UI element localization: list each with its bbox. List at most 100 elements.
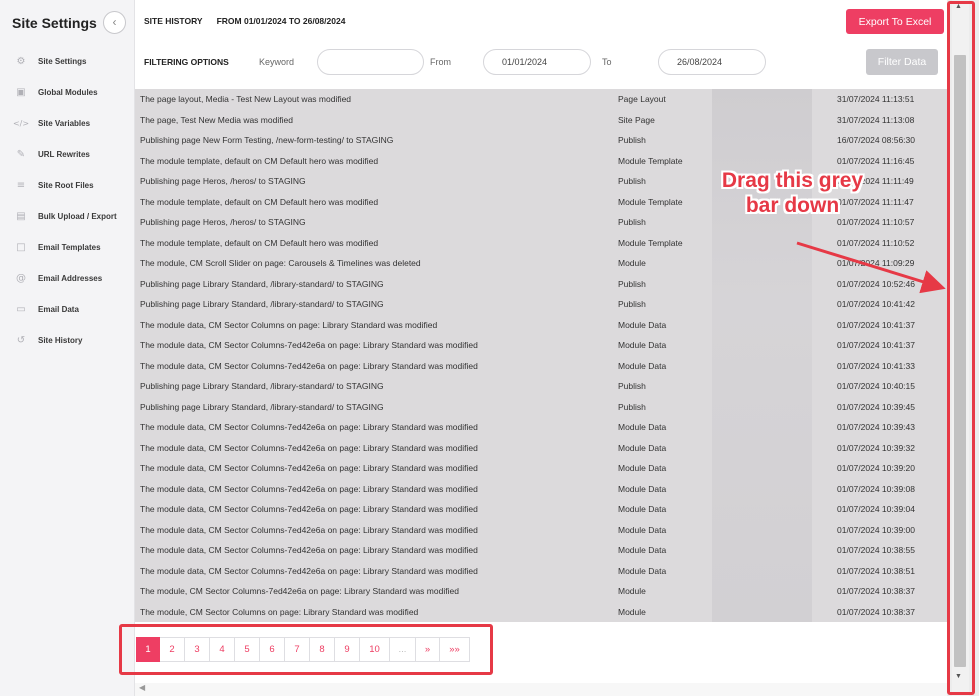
annotation-line-2: bar down xyxy=(745,194,840,217)
history-icon: ↺ xyxy=(16,335,26,346)
sidebar-item-label: Global Modules xyxy=(38,88,98,97)
sidebar-item-bulk-upload-export[interactable]: ▤ Bulk Upload / Export xyxy=(0,201,135,232)
date-cell: 16/07/2024 08:56:30 xyxy=(837,135,915,145)
from-date-input[interactable]: 01/01/2024 xyxy=(483,49,591,75)
description-cell: Publishing page Library Standard, /libra… xyxy=(140,401,384,412)
table-row: Publishing page Library Standard, /libra… xyxy=(135,294,947,315)
description-cell: The module template, default on CM Defau… xyxy=(140,196,379,207)
scroll-left-icon[interactable]: ◀ xyxy=(139,683,145,692)
cube-icon: ▣ xyxy=(16,87,26,98)
sidebar-item-label: Email Data xyxy=(38,305,79,314)
file-icon: ▤ xyxy=(16,211,26,222)
table-row: Publishing page Library Standard, /libra… xyxy=(135,274,947,295)
date-cell: 01/07/2024 10:52:46 xyxy=(837,278,915,289)
from-label: From xyxy=(430,57,451,67)
description-cell: The module data, CM Sector Columns-7ed42… xyxy=(140,524,478,535)
sidebar-item-email-templates[interactable]: □ Email Templates xyxy=(0,232,135,263)
sidebar-item-label: Email Addresses xyxy=(38,274,103,283)
filter-data-button[interactable]: Filter Data xyxy=(866,49,938,75)
type-cell: Module Data xyxy=(618,340,667,350)
date-cell: 01/07/2024 10:41:37 xyxy=(837,340,915,350)
type-cell: Module xyxy=(618,606,646,617)
description-cell: The module data, CM Sector Columns-7ed42… xyxy=(140,565,478,576)
type-cell: Publish xyxy=(618,217,646,227)
type-cell: Publish xyxy=(618,299,646,309)
type-cell: Module Data xyxy=(618,360,667,371)
date-range-text: FROM 01/01/2024 TO 26/08/2024 xyxy=(216,16,346,26)
collapse-sidebar-button[interactable]: ‹ xyxy=(103,11,126,34)
sidebar-item-site-settings[interactable]: ⚙ Site Settings xyxy=(0,46,135,77)
gear-icon: ⚙ xyxy=(16,56,26,67)
sidebar-item-site-variables[interactable]: </> Site Variables xyxy=(0,108,135,139)
description-cell: The module data, CM Sector Columns-7ed42… xyxy=(140,360,478,371)
annotation-scrollbar-highlight xyxy=(947,1,975,695)
pen-icon: ✎ xyxy=(16,149,26,160)
date-cell: 01/07/2024 11:16:45 xyxy=(837,155,915,166)
type-cell: Module Data xyxy=(618,463,667,473)
table-row: The module, CM Scroll Slider on page: Ca… xyxy=(135,253,947,274)
annotation-callout: Drag this grey bar down xyxy=(700,168,885,218)
description-cell: The module data, CM Sector Columns-7ed42… xyxy=(140,340,478,350)
description-cell: The module data, CM Sector Columns-7ed42… xyxy=(140,463,478,473)
envelope-template-icon: □ xyxy=(16,242,26,253)
table-row: The module data, CM Sector Columns-7ed42… xyxy=(135,540,947,561)
sidebar-item-email-addresses[interactable]: @ Email Addresses xyxy=(0,263,135,294)
date-cell: 01/07/2024 10:38:37 xyxy=(837,586,915,596)
description-cell: The module template, default on CM Defau… xyxy=(140,155,379,166)
type-cell: Publish xyxy=(618,381,646,391)
type-cell: Module xyxy=(618,258,646,268)
table-row: The page layout, Media - Test New Layout… xyxy=(135,89,947,110)
description-cell: The module template, default on CM Defau… xyxy=(140,237,379,248)
date-cell: 01/07/2024 10:39:08 xyxy=(837,483,915,494)
sidebar-item-site-history[interactable]: ↺ Site History xyxy=(0,325,135,356)
description-cell: The module data, CM Sector Columns-7ed42… xyxy=(140,504,478,514)
description-cell: The page, Test New Media was modified xyxy=(140,114,293,125)
type-cell: Module Data xyxy=(618,565,667,576)
sidebar-item-label: Site Root Files xyxy=(38,181,94,190)
type-cell: Module Data xyxy=(618,422,667,432)
table-row: The module data, CM Sector Columns on pa… xyxy=(135,315,947,336)
table-row: Publishing page New Form Testing, /new-f… xyxy=(135,130,947,151)
type-cell: Site Page xyxy=(618,114,655,125)
type-cell: Module Template xyxy=(618,196,683,207)
description-cell: Publishing page New Form Testing, /new-f… xyxy=(140,135,394,145)
keyword-input[interactable] xyxy=(317,49,424,75)
description-cell: Publishing page Library Standard, /libra… xyxy=(140,299,384,309)
table-row: The module, CM Sector Columns-7ed42e6a o… xyxy=(135,581,947,602)
date-cell: 01/07/2024 10:38:51 xyxy=(837,565,915,576)
horizontal-scrollbar[interactable]: ◀ xyxy=(135,683,947,696)
table-row: The module data, CM Sector Columns-7ed42… xyxy=(135,356,947,377)
type-cell: Page Layout xyxy=(618,94,666,104)
description-cell: The module data, CM Sector Columns-7ed42… xyxy=(140,545,478,555)
date-cell: 01/07/2024 11:10:57 xyxy=(837,217,915,227)
date-cell: 01/07/2024 10:38:37 xyxy=(837,606,915,617)
date-cell: 31/07/2024 11:13:08 xyxy=(837,114,915,125)
date-cell: 31/07/2024 11:13:51 xyxy=(837,94,915,104)
table-row: The module data, CM Sector Columns-7ed42… xyxy=(135,520,947,541)
page-header: SITE HISTORY FROM 01/01/2024 TO 26/08/20… xyxy=(135,0,947,42)
to-label: To xyxy=(602,57,612,67)
table-row: The module data, CM Sector Columns-7ed42… xyxy=(135,561,947,582)
keyword-label: Keyword xyxy=(259,57,295,67)
sidebar-item-global-modules[interactable]: ▣ Global Modules xyxy=(0,77,135,108)
date-cell: 01/07/2024 10:39:32 xyxy=(837,442,915,453)
sidebar-item-email-data[interactable]: ▭ Email Data xyxy=(0,294,135,325)
sidebar-item-label: Bulk Upload / Export xyxy=(38,212,117,221)
date-cell: 01/07/2024 10:41:33 xyxy=(837,360,915,371)
description-cell: The module, CM Scroll Slider on page: Ca… xyxy=(140,258,421,268)
date-cell: 01/07/2024 10:38:55 xyxy=(837,545,915,555)
type-cell: Module Data xyxy=(618,442,667,453)
description-cell: The module data, CM Sector Columns on pa… xyxy=(140,319,438,330)
description-cell: Publishing page Library Standard, /libra… xyxy=(140,381,384,391)
table-row: The page, Test New Media was modified Sit… xyxy=(135,110,947,131)
sidebar-item-label: Site Settings xyxy=(38,57,87,66)
type-cell: Module Template xyxy=(618,237,683,248)
sidebar-item-site-root-files[interactable]: ≡ Site Root Files xyxy=(0,170,135,201)
to-date-input[interactable]: 26/08/2024 xyxy=(658,49,766,75)
sidebar-item-url-rewrites[interactable]: ✎ URL Rewrites xyxy=(0,139,135,170)
date-cell: 01/07/2024 10:39:04 xyxy=(837,504,915,514)
at-icon: @ xyxy=(16,273,26,284)
date-cell: 01/07/2024 10:39:45 xyxy=(837,401,915,412)
export-to-excel-button[interactable]: Export To Excel xyxy=(846,9,944,34)
type-cell: Module xyxy=(618,586,646,596)
